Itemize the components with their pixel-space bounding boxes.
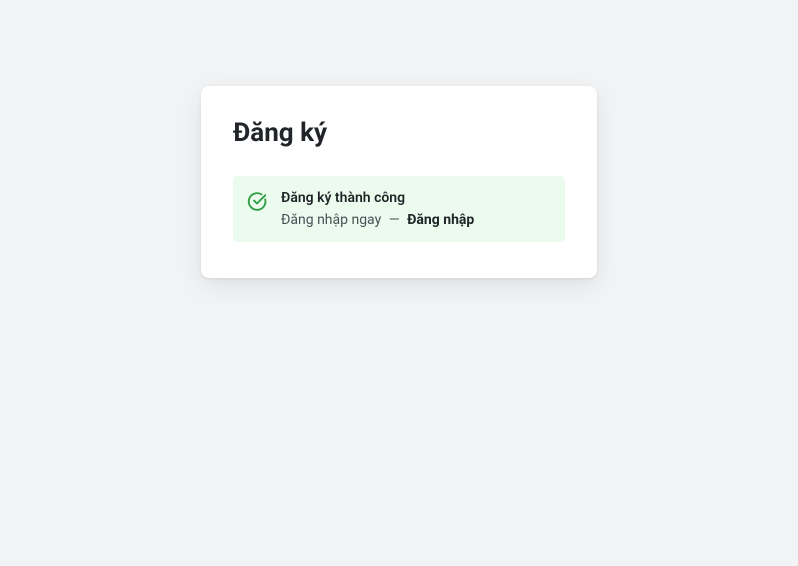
alert-message: Đăng nhập ngay — Đăng nhập — [281, 212, 549, 228]
check-circle-icon — [247, 191, 267, 211]
success-alert: Đăng ký thành công Đăng nhập ngay — Đăng… — [233, 176, 565, 242]
login-link[interactable]: Đăng nhập — [407, 212, 474, 228]
alert-separator: — — [389, 212, 400, 228]
alert-message-prefix: Đăng nhập ngay — [281, 212, 381, 228]
page-title: Đăng ký — [233, 118, 565, 148]
alert-title: Đăng ký thành công — [281, 190, 549, 206]
signup-card: Đăng ký Đăng ký thành công Đăng nhập nga… — [201, 86, 597, 278]
alert-body: Đăng ký thành công Đăng nhập ngay — Đăng… — [281, 190, 549, 228]
